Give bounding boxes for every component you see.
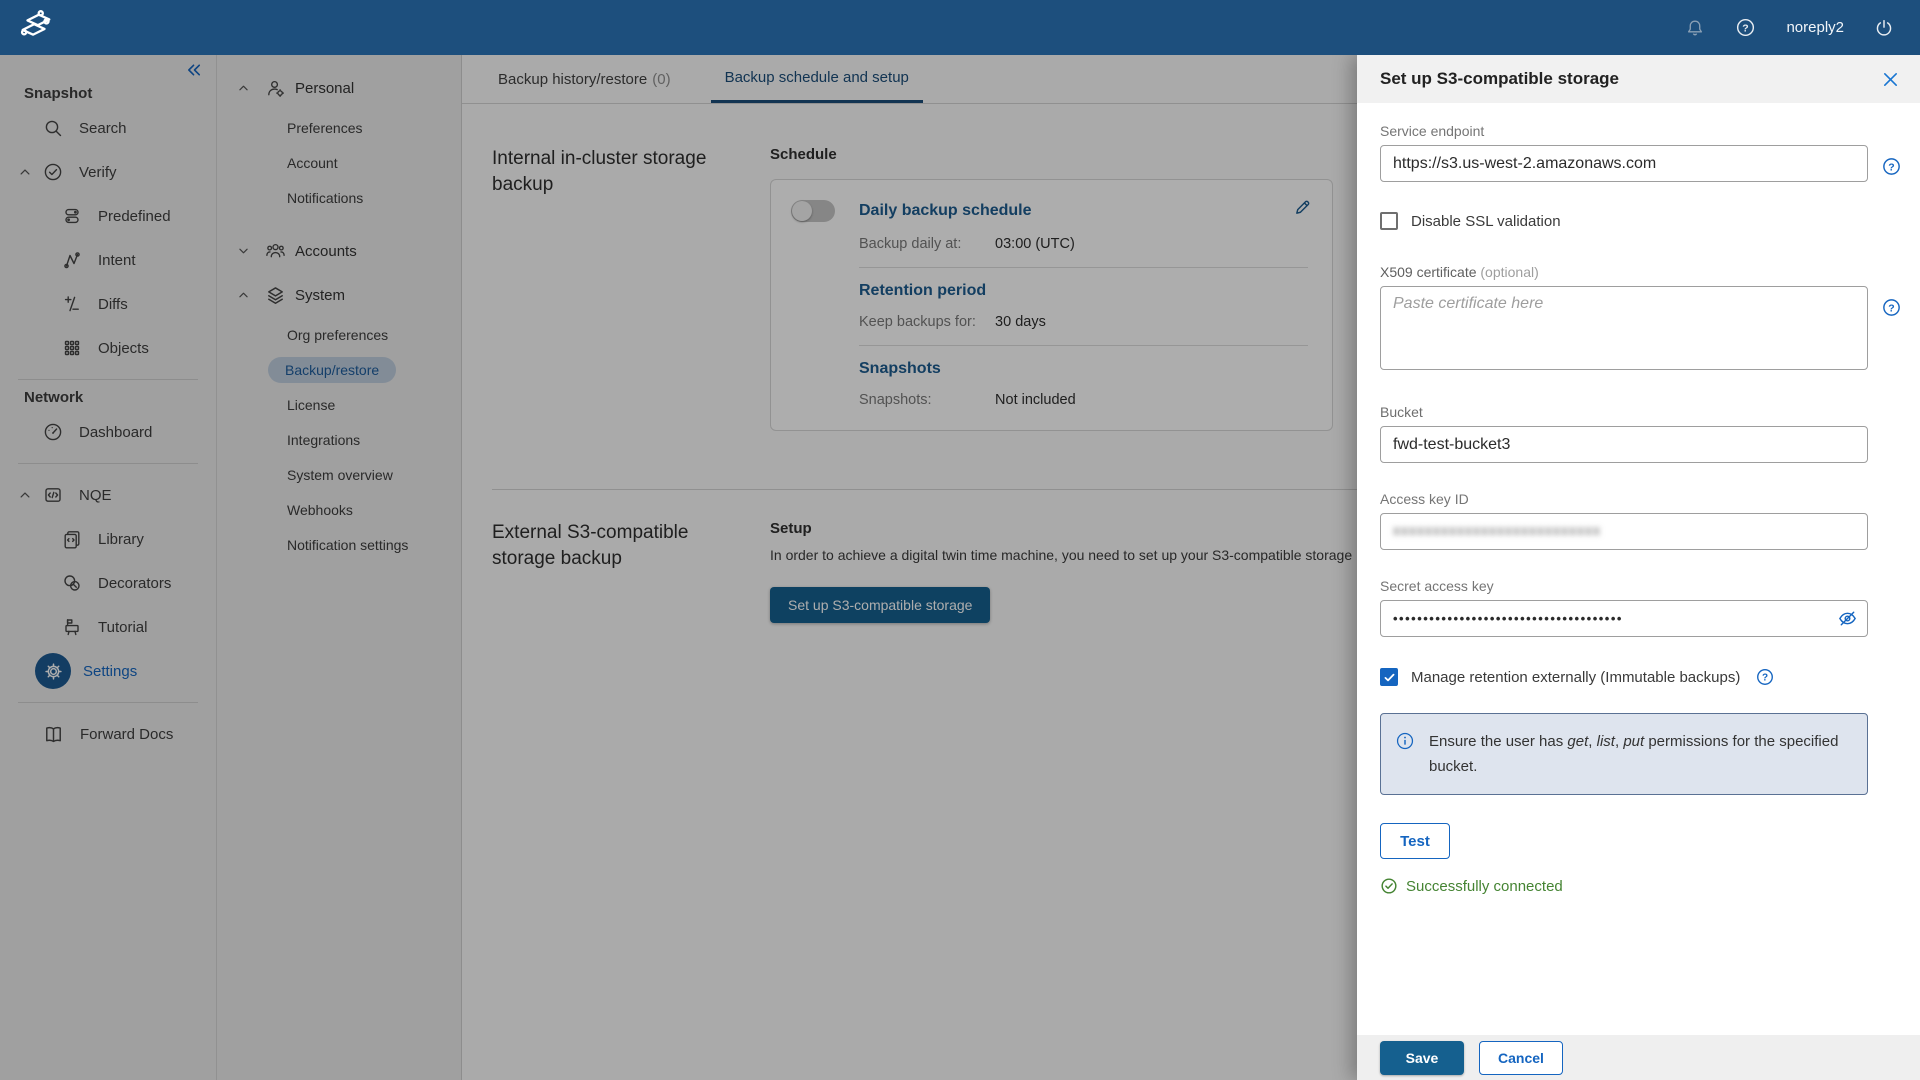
manage-retention-row: Manage retention externally (Immutable b… bbox=[1380, 667, 1897, 687]
x509-label: X509 certificate bbox=[1380, 264, 1477, 280]
help-circle-icon[interactable]: ? bbox=[1881, 156, 1902, 177]
success-check-icon bbox=[1380, 877, 1398, 895]
cancel-button[interactable]: Cancel bbox=[1479, 1041, 1563, 1075]
help-circle-icon[interactable]: ? bbox=[1755, 667, 1775, 687]
main-row: Snapshot Search Verify bbox=[0, 55, 1920, 1080]
logout-power-icon[interactable] bbox=[1874, 18, 1894, 38]
bucket-label: Bucket bbox=[1380, 404, 1897, 420]
secret-key-field: Secret access key bbox=[1380, 578, 1897, 637]
topbar-actions: ? noreply2 bbox=[1685, 17, 1894, 38]
help-circle-icon[interactable]: ? bbox=[1881, 297, 1902, 318]
drawer-header: Set up S3-compatible storage bbox=[1357, 55, 1920, 103]
x509-optional-label: (optional) bbox=[1480, 264, 1538, 280]
s3-setup-drawer: Set up S3-compatible storage Service end… bbox=[1357, 55, 1920, 1080]
connection-status: Successfully connected bbox=[1380, 877, 1897, 895]
drawer-body: Service endpoint ? Disable SSL validatio… bbox=[1357, 103, 1920, 1035]
bucket-field: Bucket bbox=[1380, 404, 1897, 463]
access-key-label: Access key ID bbox=[1380, 491, 1897, 507]
svg-text:?: ? bbox=[1888, 161, 1894, 173]
close-icon[interactable] bbox=[1881, 70, 1900, 89]
svg-text:?: ? bbox=[1762, 673, 1768, 684]
top-bar: ? noreply2 bbox=[0, 0, 1920, 55]
info-icon bbox=[1395, 729, 1415, 779]
test-connection-button[interactable]: Test bbox=[1380, 823, 1450, 859]
drawer-footer: Save Cancel bbox=[1357, 1035, 1920, 1080]
username[interactable]: noreply2 bbox=[1786, 19, 1844, 36]
save-button[interactable]: Save bbox=[1380, 1041, 1464, 1075]
x509-certificate-textarea[interactable] bbox=[1380, 286, 1868, 370]
permissions-info-box: Ensure the user has get, list, put permi… bbox=[1380, 713, 1868, 795]
manage-retention-checkbox[interactable] bbox=[1380, 668, 1398, 686]
manage-retention-label: Manage retention externally (Immutable b… bbox=[1411, 669, 1740, 686]
status-message: Successfully connected bbox=[1406, 878, 1563, 895]
service-endpoint-label: Service endpoint bbox=[1380, 123, 1897, 139]
service-endpoint-field: Service endpoint ? bbox=[1380, 123, 1897, 182]
forward-networks-logo[interactable] bbox=[14, 9, 58, 47]
notifications-bell-icon[interactable] bbox=[1685, 18, 1705, 38]
bucket-input[interactable] bbox=[1380, 426, 1868, 463]
secret-key-input[interactable] bbox=[1380, 600, 1868, 637]
svg-text:?: ? bbox=[1888, 302, 1894, 314]
access-key-field: Access key ID xxxxxxxxxxxxxxxxxxxxxxxxxx bbox=[1380, 491, 1897, 550]
app-root: ? noreply2 Snapshot bbox=[0, 0, 1920, 1080]
help-icon[interactable]: ? bbox=[1735, 17, 1756, 38]
eye-off-icon[interactable] bbox=[1837, 608, 1858, 629]
x509-field: X509 certificate (optional) ? bbox=[1380, 264, 1897, 370]
info-text: Ensure the user has get, list, put permi… bbox=[1429, 729, 1851, 779]
disable-ssl-row: Disable SSL validation bbox=[1380, 212, 1897, 230]
svg-text:?: ? bbox=[1743, 22, 1749, 34]
disable-ssl-checkbox[interactable] bbox=[1380, 212, 1398, 230]
access-key-input[interactable] bbox=[1380, 513, 1868, 550]
secret-key-label: Secret access key bbox=[1380, 578, 1897, 594]
drawer-title: Set up S3-compatible storage bbox=[1380, 69, 1619, 89]
disable-ssl-label: Disable SSL validation bbox=[1411, 213, 1561, 230]
service-endpoint-input[interactable] bbox=[1380, 145, 1868, 182]
